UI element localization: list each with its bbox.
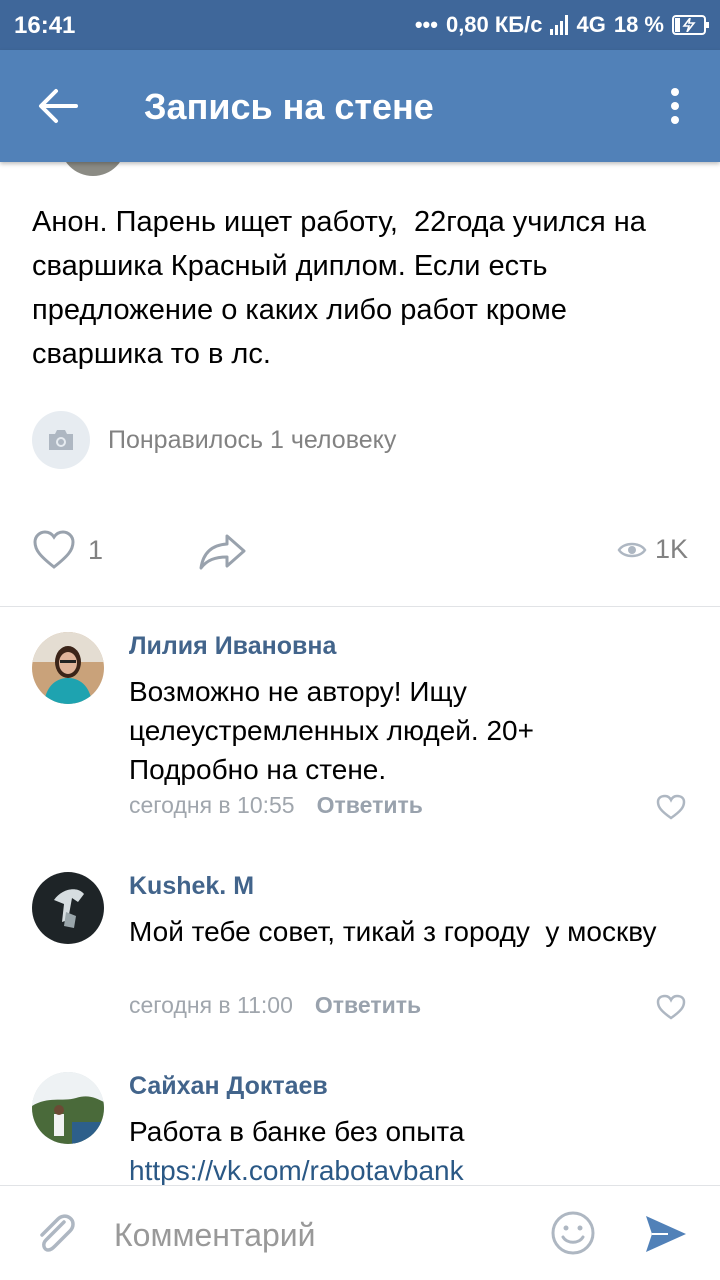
comment-author[interactable]: Kushek. M [129, 872, 254, 901]
likes-count: 1 [88, 534, 104, 565]
eye-icon [617, 542, 647, 557]
reply-button[interactable]: Ответить [315, 992, 421, 1018]
app-bar: Запись на стене [0, 50, 720, 162]
battery-icon [672, 15, 709, 35]
battery-level-fill [675, 18, 681, 32]
comment-text: Мой тебе совет, тикай з городу у москву [129, 916, 657, 947]
liked-by-row[interactable]: Понравилось 1 человеку [32, 411, 396, 469]
commenter-avatar[interactable] [32, 872, 104, 944]
heart-icon [33, 530, 75, 569]
views-count: 1K [654, 534, 688, 564]
emoji-icon[interactable] [550, 1210, 596, 1256]
liked-by-text: Понравилось 1 человеку [108, 425, 397, 454]
more-vertical-icon[interactable] [660, 86, 690, 126]
attach-icon[interactable] [34, 1212, 78, 1258]
comment-composer [0, 1185, 720, 1280]
comment-like-icon[interactable] [656, 994, 686, 1020]
reply-button[interactable]: Ответить [317, 792, 423, 818]
comment-like-icon[interactable] [656, 794, 686, 820]
share-icon[interactable] [198, 532, 248, 572]
network-type: 4G [576, 12, 606, 37]
comment-text: Работа в банке без опыта https://vk.com/… [129, 1112, 669, 1190]
comment-text: Возможно не автору! Ищу целеустремленных… [129, 676, 542, 785]
network-speed: 0,80 КБ/с [445, 12, 543, 37]
battery-percent: 18 % [613, 12, 664, 37]
divider [0, 606, 720, 607]
dots-icon: ••• [414, 12, 438, 37]
comment-author[interactable]: Сайхан Доктаев [129, 1072, 328, 1101]
back-arrow-icon[interactable] [36, 86, 80, 126]
comment-meta: сегодня в 10:55 Ответить [129, 792, 423, 819]
comment-time: сегодня в 11:00 [129, 992, 293, 1018]
comment-link[interactable]: https://vk.com/rabotavbank [129, 1155, 464, 1186]
post-text: Анон. Парень ищет работу, 22года учился … [32, 206, 654, 370]
signal-icon [550, 15, 569, 35]
commenter-avatar[interactable] [32, 632, 104, 704]
send-icon[interactable] [644, 1212, 688, 1256]
comment-meta: сегодня в 11:00 Ответить [129, 992, 421, 1019]
comment-author[interactable]: Лилия Ивановна [129, 632, 336, 661]
views-counter: 1K [617, 534, 688, 565]
comment-text-content: Работа в банке без опыта [129, 1116, 465, 1147]
camera-icon [32, 411, 90, 469]
like-button[interactable]: 1 [32, 530, 103, 570]
post-actions: 1 1K [0, 520, 720, 584]
page-title: Запись на стене [144, 86, 434, 127]
status-indicators: ••• 0,80 КБ/с 4G 18 % [414, 12, 709, 38]
comment-input[interactable] [114, 1214, 534, 1256]
status-bar: 16:41 ••• 0,80 КБ/с 4G 18 % [0, 0, 720, 50]
status-time: 16:41 [14, 12, 76, 39]
commenter-avatar[interactable] [32, 1072, 104, 1144]
comment-time: сегодня в 10:55 [129, 792, 295, 818]
